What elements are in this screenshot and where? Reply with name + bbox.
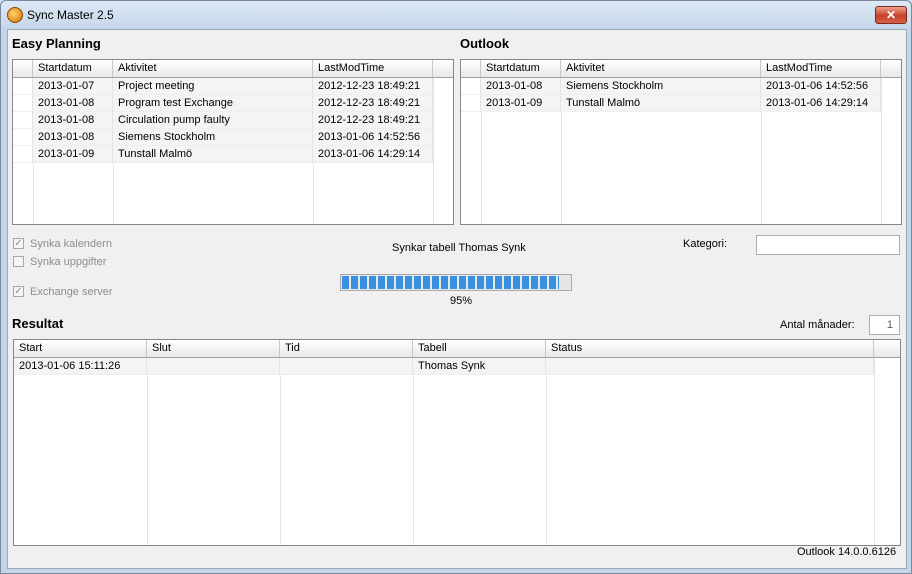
column-header-startdatum[interactable]: Startdatum — [481, 60, 561, 77]
column-header-lastmodtime[interactable]: LastModTime — [313, 60, 433, 77]
easy-planning-cell: 2013-01-06 14:29:14 — [313, 146, 433, 163]
easy-planning-title: Easy Planning — [12, 36, 101, 51]
easy-planning-cell: 2012-12-23 18:49:21 — [313, 112, 433, 129]
easy-planning-cell: 2013-01-07 — [33, 78, 113, 95]
outlook-cell: 2013-01-08 — [481, 78, 561, 95]
antal-manader-label: Antal månader: — [780, 319, 855, 331]
column-header-startdatum[interactable]: Startdatum — [33, 60, 113, 77]
result-cell — [147, 358, 280, 375]
row-selector[interactable] — [13, 78, 33, 95]
kategori-input[interactable] — [756, 235, 900, 255]
row-header-corner — [13, 60, 33, 77]
column-header-tid[interactable]: Tid — [280, 340, 413, 357]
row-selector[interactable] — [13, 129, 33, 146]
result-grid-header: Start Slut Tid Tabell Status — [14, 340, 900, 358]
window-title: Sync Master 2.5 — [27, 8, 114, 22]
easy-planning-cell: 2013-01-06 14:52:56 — [313, 129, 433, 146]
outlook-cell: 2013-01-09 — [481, 95, 561, 112]
outlook-cell: Tunstall Malmö — [561, 95, 761, 112]
outlook-version-text: Outlook 14.0.0.6126 — [797, 546, 897, 558]
antal-manader-input[interactable]: 1 — [869, 315, 900, 335]
progress-fill — [342, 276, 559, 289]
exchange-server-label: Exchange server — [30, 286, 113, 298]
column-header-aktivitet[interactable]: Aktivitet — [113, 60, 313, 77]
easy-planning-cell: 2013-01-09 — [33, 146, 113, 163]
sync-master-window: Sync Master 2.5 ✕ Easy Planning Startdat… — [0, 0, 912, 574]
easy-planning-cell: 2012-12-23 18:49:21 — [313, 78, 433, 95]
easy-planning-cell: Program test Exchange — [113, 95, 313, 112]
outlook-row[interactable]: 2013-01-09 Tunstall Malmö 2013-01-06 14:29… — [461, 95, 901, 112]
column-header-lastmodtime[interactable]: LastModTime — [761, 60, 881, 77]
column-header-tabell[interactable]: Tabell — [413, 340, 546, 357]
easy-planning-row[interactable]: 2013-01-09 Tunstall Malmö 2013-01-06 14:29… — [13, 146, 453, 163]
outlook-title: Outlook — [460, 36, 510, 51]
sync-calendar-checkbox[interactable]: ✓ Synka kalendern — [13, 237, 133, 251]
resultat-title: Resultat — [12, 316, 64, 331]
row-selector[interactable] — [13, 146, 33, 163]
easy-planning-cell: Circulation pump faulty — [113, 112, 313, 129]
result-grid[interactable]: Start Slut Tid Tabell Status 2013-01-06 … — [13, 339, 901, 546]
easy-planning-row[interactable]: 2013-01-08 Circulation pump faulty 2012-12… — [13, 112, 453, 129]
row-selector[interactable] — [13, 112, 33, 129]
easy-planning-cell: Project meeting — [113, 78, 313, 95]
exchange-server-checkbox[interactable]: ✓ Exchange server — [13, 285, 133, 299]
outlook-cell: Siemens Stockholm — [561, 78, 761, 95]
row-selector[interactable] — [461, 78, 481, 95]
close-button[interactable]: ✕ — [875, 6, 907, 24]
easy-planning-row[interactable]: 2013-01-08 Program test Exchange 2012-12-2… — [13, 95, 453, 112]
result-row[interactable]: 2013-01-06 15:11:26 Thomas Synk — [14, 358, 900, 375]
column-header-status[interactable]: Status — [546, 340, 874, 357]
column-header-aktivitet[interactable]: Aktivitet — [561, 60, 761, 77]
client-area: Easy Planning Startdatum Aktivitet LastM… — [7, 29, 907, 569]
result-cell: 2013-01-06 15:11:26 — [14, 358, 147, 375]
result-cell — [280, 358, 413, 375]
sync-status-text: Synkar tabell Thomas Synk — [392, 242, 526, 254]
sync-progress-bar — [340, 274, 572, 291]
outlook-grid-header: Startdatum Aktivitet LastModTime — [461, 60, 901, 78]
easy-planning-row[interactable]: 2013-01-08 Siemens Stockholm 2013-01-06 14… — [13, 129, 453, 146]
row-selector[interactable] — [13, 95, 33, 112]
row-header-corner — [461, 60, 481, 77]
easy-planning-cell: 2013-01-08 — [33, 95, 113, 112]
checkbox-box — [13, 256, 24, 267]
column-header-start[interactable]: Start — [14, 340, 147, 357]
result-cell — [546, 358, 874, 375]
easy-planning-grid[interactable]: Startdatum Aktivitet LastModTime 2013-01… — [12, 59, 454, 225]
checkbox-box: ✓ — [13, 286, 24, 297]
row-selector[interactable] — [461, 95, 481, 112]
easy-planning-row[interactable]: 2013-01-07 Project meeting 2012-12-23 18:4… — [13, 78, 453, 95]
kategori-label: Kategori: — [683, 238, 728, 250]
sync-tasks-checkbox[interactable]: Synka uppgifter — [13, 255, 133, 269]
easy-planning-cell: 2012-12-23 18:49:21 — [313, 95, 433, 112]
sync-tasks-label: Synka uppgifter — [30, 256, 107, 268]
outlook-cell: 2013-01-06 14:52:56 — [761, 78, 881, 95]
easy-planning-cell: 2013-01-08 — [33, 112, 113, 129]
checkbox-box: ✓ — [13, 238, 24, 249]
progress-percent: 95% — [450, 295, 473, 307]
easy-planning-cell: Siemens Stockholm — [113, 129, 313, 146]
sync-calendar-label: Synka kalendern — [30, 238, 112, 250]
result-cell: Thomas Synk — [413, 358, 546, 375]
outlook-cell: 2013-01-06 14:29:14 — [761, 95, 881, 112]
easy-planning-cell: 2013-01-08 — [33, 129, 113, 146]
outlook-grid[interactable]: Startdatum Aktivitet LastModTime 2013-01… — [460, 59, 902, 225]
title-bar[interactable]: Sync Master 2.5 ✕ — [1, 1, 911, 29]
column-header-slut[interactable]: Slut — [147, 340, 280, 357]
easy-planning-cell: Tunstall Malmö — [113, 146, 313, 163]
app-logo-icon — [7, 7, 23, 23]
easy-planning-grid-header: Startdatum Aktivitet LastModTime — [13, 60, 453, 78]
outlook-row[interactable]: 2013-01-08 Siemens Stockholm 2013-01-06 14… — [461, 78, 901, 95]
